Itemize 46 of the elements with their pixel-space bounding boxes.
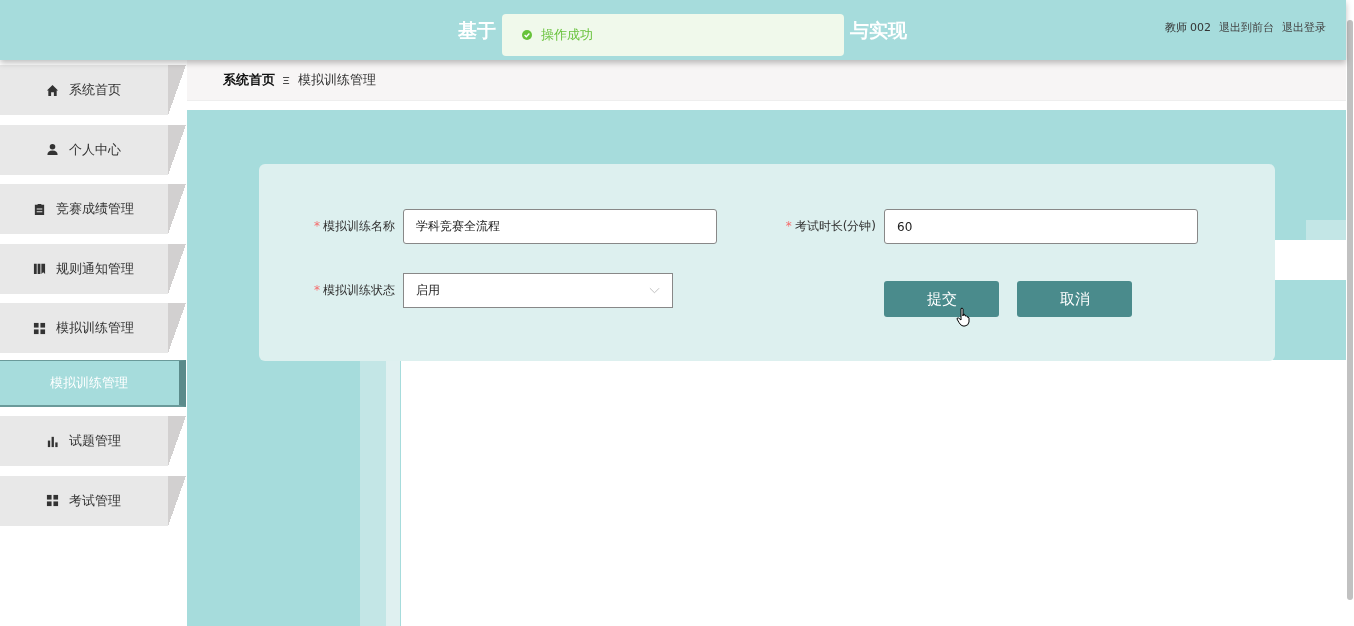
select-field[interactable]: 启用	[403, 272, 673, 308]
input-field[interactable]: 60	[884, 209, 1198, 244]
cancel-button[interactable]: 取消	[1017, 281, 1132, 317]
home-icon	[45, 83, 59, 97]
tab-corner	[168, 475, 186, 526]
site-title: 基于	[458, 18, 496, 43]
required-mark: *	[314, 219, 320, 233]
header-link[interactable]: 退出到前台	[1219, 19, 1274, 35]
required-mark: *	[314, 282, 320, 297]
field-label: * 模拟训练名称	[313, 218, 395, 235]
tab-corner	[168, 124, 186, 175]
sidebar-item[interactable]: 试题管理	[0, 416, 186, 466]
site-title: 与实现	[850, 18, 907, 43]
tab-corner	[168, 65, 186, 115]
breadcrumb-item: 模拟训练管理	[298, 71, 376, 89]
bar-chart-icon	[45, 434, 59, 448]
tab-corner	[168, 243, 186, 294]
chevron-down-icon	[649, 286, 660, 294]
sidebar-item[interactable]: 系统首页	[0, 65, 186, 115]
book-icon	[32, 262, 46, 275]
tab-corner	[168, 303, 186, 353]
header-link[interactable]: 退出登录	[1282, 19, 1326, 35]
breadcrumb-item[interactable]: 系统首页	[223, 71, 275, 89]
user-name: 教师 002	[1164, 19, 1211, 35]
user-icon	[45, 143, 59, 156]
grid-icon	[32, 321, 46, 335]
submit-button[interactable]: 提交	[884, 281, 999, 317]
field-label: * 考试时长(分钟)	[784, 218, 876, 235]
sidebar-item[interactable]: 规则通知管理	[0, 243, 186, 294]
sidebar-item[interactable]: 模拟训练管理	[0, 303, 186, 353]
required-mark: *	[785, 219, 792, 233]
background-panel	[1274, 220, 1346, 280]
grid-icon	[45, 494, 59, 507]
check-circle-icon	[522, 30, 532, 40]
tab-corner	[168, 416, 186, 466]
sidebar-item[interactable]: 考试管理	[0, 475, 186, 526]
sidebar-item[interactable]: 竞赛成绩管理	[0, 184, 186, 234]
separator-icon	[283, 75, 290, 85]
clipboard-icon	[32, 202, 46, 216]
scrollbar[interactable]	[1347, 20, 1353, 600]
toast-text: 操作成功	[541, 26, 593, 44]
tab-corner	[168, 184, 186, 234]
hand-cursor-icon	[956, 307, 972, 327]
field-label: * 模拟训练状态	[313, 281, 395, 299]
input-field[interactable]: 学科竞赛全流程	[403, 209, 717, 244]
sidebar-item[interactable]: 个人中心	[0, 124, 186, 175]
